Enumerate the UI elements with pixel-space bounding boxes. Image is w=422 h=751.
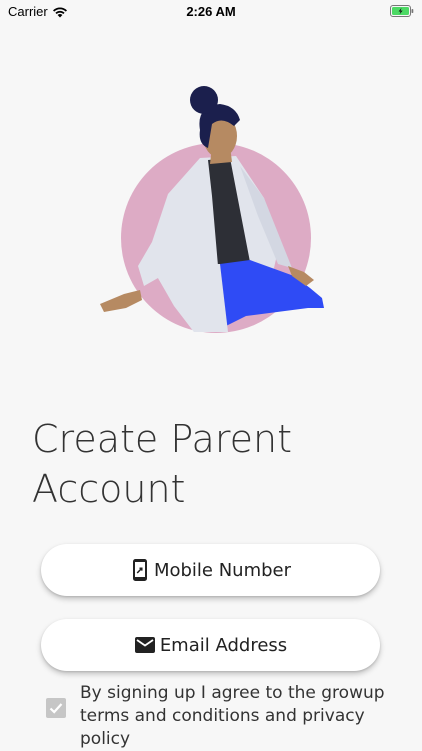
title-line-1: Create Parent <box>32 417 292 461</box>
email-address-label: Email Address <box>159 634 288 656</box>
mobile-number-button[interactable]: Mobile Number <box>41 544 380 596</box>
email-address-button[interactable]: Email Address <box>41 619 380 671</box>
mobile-phone-icon <box>130 558 150 582</box>
envelope-icon <box>134 636 156 654</box>
battery-icon <box>390 5 414 20</box>
terms-text: By signing up I agree to the growup term… <box>80 683 385 749</box>
terms-consent: By signing up I agree to the growup term… <box>44 682 404 750</box>
checkmark-icon <box>49 703 63 714</box>
title-line-2: Account <box>32 467 186 511</box>
status-bar: Carrier 2:26 AM <box>0 0 422 24</box>
page-title: Create Parent Account <box>32 414 392 514</box>
status-time: 2:26 AM <box>186 4 236 19</box>
mobile-number-label: Mobile Number <box>153 559 292 581</box>
parent-illustration <box>100 86 324 333</box>
terms-checkbox[interactable] <box>46 698 66 718</box>
